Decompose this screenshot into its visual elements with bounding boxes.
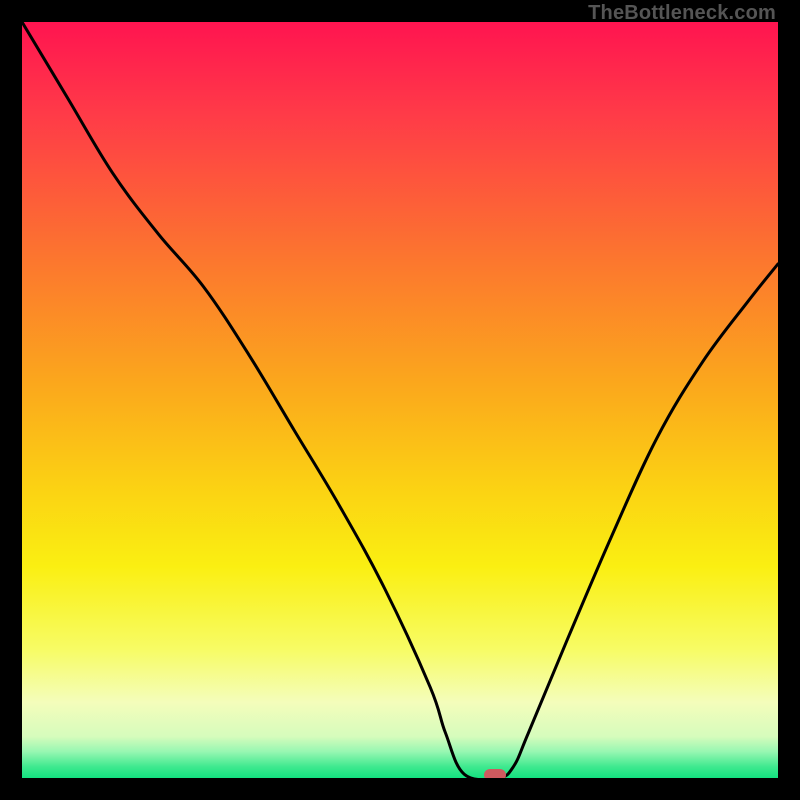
plot-area — [22, 22, 778, 778]
watermark-text: TheBottleneck.com — [588, 2, 776, 25]
chart-container: TheBottleneck.com — [0, 0, 800, 800]
optimal-marker — [484, 769, 506, 778]
curve-layer — [22, 22, 778, 778]
bottleneck-curve — [22, 22, 778, 778]
